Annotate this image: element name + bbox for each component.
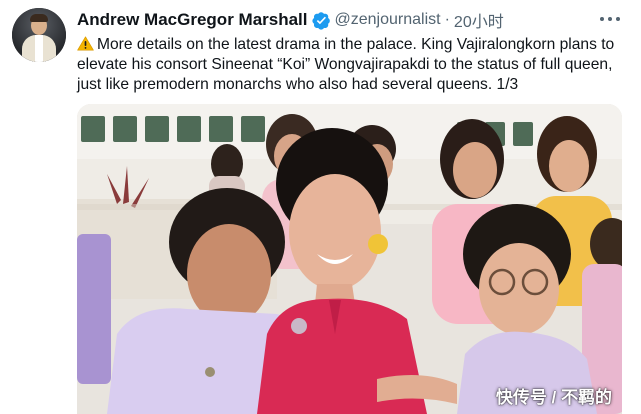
tweet-header: Andrew MacGregor Marshall @zenjournalist… — [77, 9, 504, 31]
tweet-photo[interactable]: 快传号 / 不羁的 — [77, 104, 622, 414]
watermark-text: 快传号 / 不羁的 — [495, 388, 612, 407]
header-separator: · — [444, 11, 450, 28]
author-handle[interactable]: @zenjournalist — [335, 11, 441, 29]
author-avatar[interactable] — [12, 8, 66, 62]
tweet-timestamp[interactable]: 20小时 — [454, 8, 504, 32]
author-name[interactable]: Andrew MacGregor Marshall — [77, 10, 308, 30]
tweet-card[interactable]: Andrew MacGregor Marshall @zenjournalist… — [0, 0, 641, 414]
warning-icon — [77, 36, 94, 51]
more-options-icon[interactable] — [600, 13, 620, 25]
verified-badge-icon — [311, 11, 330, 30]
tweet-text: More details on the latest drama in the … — [77, 35, 622, 95]
tweet-body-text: More details on the latest drama in the … — [77, 36, 615, 93]
photo-image — [77, 104, 622, 414]
